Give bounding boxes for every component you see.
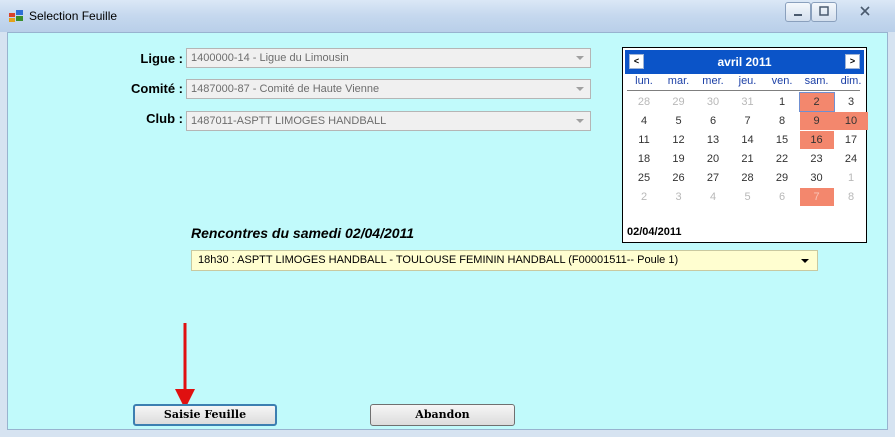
calendar-day[interactable]: 24	[834, 150, 868, 168]
calendar-day[interactable]: 29	[765, 169, 799, 187]
calendar-day[interactable]: 28	[731, 169, 765, 187]
abandon-button[interactable]: Abandon	[370, 404, 515, 426]
calendar-day[interactable]: 29	[662, 93, 696, 111]
month-calendar[interactable]: < avril 2011 > lun. mar. mer. jeu. ven. sam. d…	[622, 47, 868, 243]
calendar-day[interactable]: 19	[662, 150, 696, 168]
red-arrow-annotation	[175, 323, 195, 409]
calendar-day[interactable]: 7	[731, 112, 765, 130]
comite-value: 1487000-87 - Comité de Haute Vienne	[191, 83, 380, 95]
chevron-down-icon	[576, 87, 584, 91]
calendar-month-title[interactable]: avril 2011	[625, 55, 864, 69]
match-select[interactable]: 18h30 : ASPTT LIMOGES HANDBALL - TOULOUS…	[191, 250, 818, 271]
ligue-value: 1400000-14 - Ligue du Limousin	[191, 52, 349, 64]
calendar-day[interactable]: 1	[765, 93, 799, 111]
calendar-day[interactable]: 30	[696, 93, 730, 111]
calendar-day[interactable]: 17	[834, 131, 868, 149]
calendar-day[interactable]: 9	[799, 112, 834, 130]
calendar-day[interactable]: 25	[627, 169, 661, 187]
chevron-down-icon	[576, 119, 584, 123]
calendar-day[interactable]: 6	[696, 112, 730, 130]
form-area: Ligue : 1400000-14 - Ligue du Limousin C…	[7, 32, 888, 430]
club-label: Club :	[146, 111, 183, 126]
calendar-day[interactable]: 14	[731, 131, 765, 149]
app-window: Selection Feuille Ligue : 1400000-14 - L…	[0, 0, 895, 437]
calendar-day[interactable]: 15	[765, 131, 799, 149]
match-select-value: 18h30 : ASPTT LIMOGES HANDBALL - TOULOUS…	[198, 254, 679, 266]
comite-combo[interactable]: 1487000-87 - Comité de Haute Vienne	[186, 79, 591, 99]
calendar-weekday-label: dim.	[840, 75, 862, 87]
calendar-day[interactable]: 23	[800, 150, 834, 168]
calendar-day[interactable]: 10	[834, 112, 868, 130]
calendar-today-label[interactable]: 02/04/2011	[627, 226, 681, 238]
maximize-button[interactable]	[811, 2, 837, 22]
calendar-day[interactable]: 6	[765, 188, 799, 206]
calendar-day[interactable]: 21	[731, 150, 765, 168]
calendar-day[interactable]: 5	[731, 188, 765, 206]
calendar-day[interactable]: 30	[800, 169, 834, 187]
calendar-day[interactable]: 3	[662, 188, 696, 206]
calendar-weekday-label: mer.	[702, 75, 724, 87]
calendar-day[interactable]: 3	[834, 93, 868, 111]
app-icon	[9, 10, 23, 22]
calendar-day[interactable]: 20	[696, 150, 730, 168]
calendar-day[interactable]: 12	[662, 131, 696, 149]
ligue-combo[interactable]: 1400000-14 - Ligue du Limousin	[186, 48, 591, 68]
calendar-day[interactable]: 26	[662, 169, 696, 187]
close-icon	[860, 6, 870, 16]
calendar-day[interactable]: 16	[799, 131, 834, 149]
comite-label: Comité :	[131, 81, 183, 96]
calendar-header: < avril 2011 >	[625, 50, 864, 74]
calendar-day[interactable]: 11	[627, 131, 661, 149]
calendar-day[interactable]: 13	[696, 131, 730, 149]
calendar-day[interactable]: 27	[696, 169, 730, 187]
club-combo[interactable]: 1487011-ASPTT LIMOGES HANDBALL	[186, 111, 591, 131]
calendar-next-button[interactable]: >	[845, 54, 860, 69]
calendar-day[interactable]: 18	[627, 150, 661, 168]
calendar-day[interactable]: 7	[799, 188, 834, 206]
calendar-day[interactable]: 5	[662, 112, 696, 130]
calendar-weekday-label: mar.	[667, 75, 690, 87]
calendar-day[interactable]: 2	[798, 92, 835, 112]
ligue-label: Ligue :	[140, 51, 183, 66]
calendar-divider	[627, 90, 860, 91]
title-bar: Selection Feuille	[0, 0, 895, 32]
calendar-day[interactable]: 4	[627, 112, 661, 130]
calendar-day[interactable]: 2	[627, 188, 661, 206]
club-value: 1487011-ASPTT LIMOGES HANDBALL	[191, 115, 387, 127]
close-button[interactable]	[843, 2, 887, 22]
calendar-day[interactable]: 22	[765, 150, 799, 168]
calendar-weekday-label: lun.	[635, 75, 653, 87]
calendar-weekday-label: jeu.	[738, 75, 757, 87]
calendar-weekday-label: ven.	[771, 75, 793, 87]
calendar-day[interactable]: 4	[696, 188, 730, 206]
calendar-day[interactable]: 8	[765, 112, 799, 130]
chevron-down-icon	[801, 259, 809, 263]
calendar-day[interactable]: 28	[627, 93, 661, 111]
saisie-feuille-button[interactable]: Saisie Feuille	[133, 404, 277, 426]
window-title: Selection Feuille	[29, 9, 118, 23]
calendar-day[interactable]: 8	[834, 188, 868, 206]
calendar-day[interactable]: 31	[731, 93, 765, 111]
calendar-weekday-label: sam.	[804, 75, 829, 87]
maximize-icon	[819, 6, 829, 16]
minimize-button[interactable]	[785, 2, 811, 22]
rencontres-title: Rencontres du samedi 02/04/2011	[191, 225, 415, 241]
chevron-down-icon	[576, 56, 584, 60]
minimize-icon	[794, 14, 802, 16]
calendar-day[interactable]: 1	[834, 169, 868, 187]
